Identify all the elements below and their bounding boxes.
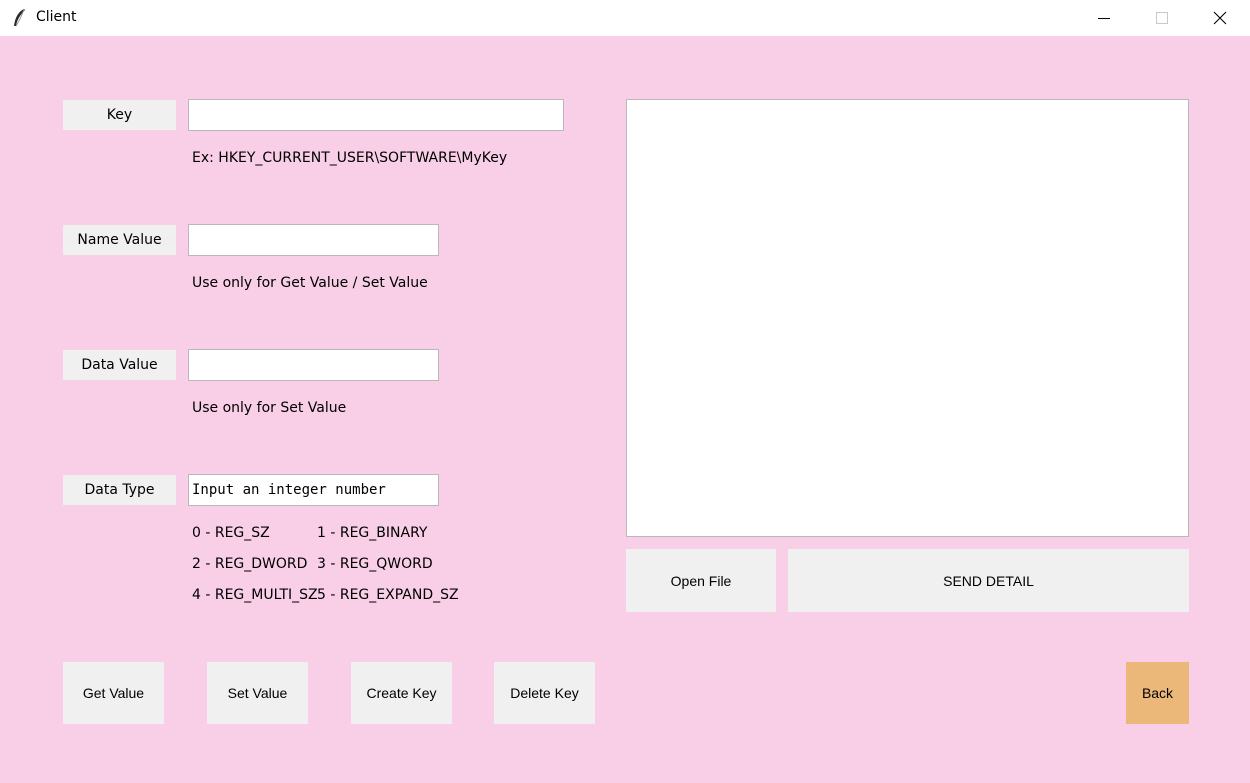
key-input[interactable]: [188, 99, 564, 131]
name-value-label: Name Value: [63, 225, 176, 255]
key-label: Key: [63, 100, 176, 130]
close-icon: [1213, 11, 1227, 25]
type-item: 2 - REG_DWORD: [192, 556, 308, 572]
data-type-label: Data Type: [63, 475, 176, 505]
type-item: 0 - REG_SZ: [192, 525, 270, 541]
data-type-input[interactable]: [188, 474, 439, 506]
name-value-hint: Use only for Get Value / Set Value: [192, 275, 428, 291]
key-hint: Ex: HKEY_CURRENT_USER\SOFTWARE\MyKey: [192, 150, 508, 166]
type-item: 3 - REG_QWORD: [317, 556, 433, 572]
maximize-button[interactable]: [1133, 0, 1191, 36]
send-detail-button[interactable]: SEND DETAIL: [788, 549, 1189, 612]
minimize-button[interactable]: [1075, 0, 1133, 36]
window-title: Client: [36, 9, 77, 25]
minimize-icon: [1098, 18, 1110, 19]
get-value-button[interactable]: Get Value: [63, 662, 164, 724]
type-item: 4 - REG_MULTI_SZ: [192, 587, 318, 603]
type-item: 5 - REG_EXPAND_SZ: [317, 587, 459, 603]
delete-key-button[interactable]: Delete Key: [494, 662, 595, 724]
back-button[interactable]: Back: [1126, 662, 1189, 724]
data-value-label: Data Value: [63, 350, 176, 380]
close-button[interactable]: [1191, 0, 1249, 36]
title-bar: Client: [0, 0, 1250, 36]
data-value-hint: Use only for Set Value: [192, 400, 347, 416]
set-value-button[interactable]: Set Value: [207, 662, 308, 724]
open-file-button[interactable]: Open File: [626, 549, 776, 612]
data-value-input[interactable]: [188, 349, 439, 381]
name-value-input[interactable]: [188, 224, 439, 256]
create-key-button[interactable]: Create Key: [351, 662, 452, 724]
output-text-area[interactable]: [626, 99, 1189, 537]
feather-icon: [14, 8, 25, 27]
client-area: Key Ex: HKEY_CURRENT_USER\SOFTWARE\MyKey…: [0, 36, 1250, 783]
maximize-icon: [1156, 12, 1168, 24]
type-item: 1 - REG_BINARY: [317, 525, 428, 541]
